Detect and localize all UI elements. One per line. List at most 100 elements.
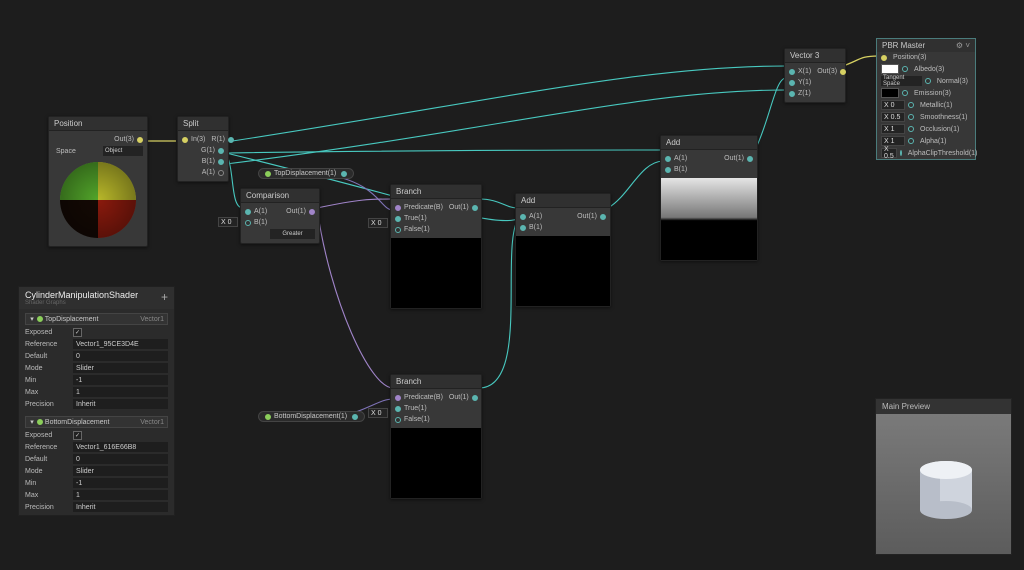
port-b[interactable] — [218, 159, 224, 165]
port-z[interactable] — [789, 91, 795, 97]
dropdown-precision[interactable]: Inherit — [73, 399, 168, 409]
value-alpha[interactable]: X 1 — [881, 136, 905, 146]
shader-path: Shader Graphs — [25, 300, 138, 306]
main-preview-panel[interactable]: Main Preview — [875, 398, 1012, 555]
port-alpha[interactable] — [908, 138, 914, 144]
node-preview — [516, 236, 610, 306]
port-b[interactable] — [665, 167, 671, 173]
dropdown-comparison-mode[interactable]: Greater — [270, 229, 315, 239]
port-position[interactable] — [881, 55, 887, 61]
port-predicate[interactable] — [395, 395, 401, 401]
checkbox-exposed[interactable]: ✓ — [73, 431, 82, 440]
pill-icon — [265, 171, 271, 177]
port-out[interactable] — [472, 395, 478, 401]
port-predicate[interactable] — [395, 205, 401, 211]
port-alphaclip[interactable] — [900, 150, 902, 156]
port-g[interactable] — [218, 148, 224, 154]
value-occlusion[interactable]: X 1 — [881, 124, 905, 134]
property-topdisplacement[interactable]: ▾ TopDisplacement Vector1 Exposed✓ Refer… — [19, 309, 174, 412]
field-max[interactable]: 1 — [73, 387, 168, 397]
port-r[interactable] — [228, 137, 234, 143]
node-split[interactable]: Split In(3) R(1) G(1) B(1) A(1) — [177, 116, 229, 182]
gear-icon[interactable]: ⚙ ˅ — [956, 41, 970, 50]
pill-icon — [37, 316, 43, 322]
checkbox-exposed[interactable]: ✓ — [73, 328, 82, 337]
node-preview — [391, 428, 481, 498]
port-true[interactable] — [395, 406, 401, 412]
port-normal[interactable] — [925, 78, 931, 84]
field-max[interactable]: 1 — [73, 490, 168, 500]
node-comparison[interactable]: Comparison A(1) Out(1) B(1) Greater — [240, 188, 320, 244]
port-a[interactable] — [520, 214, 526, 220]
add-property-button[interactable]: + — [161, 290, 168, 306]
node-title: Branch — [391, 375, 481, 389]
port-emission[interactable] — [902, 90, 908, 96]
dropdown-mode[interactable]: Slider — [73, 466, 168, 476]
swatch-emission[interactable] — [881, 88, 899, 98]
dropdown-normal-space[interactable]: Tangent Space — [881, 76, 922, 86]
port-b[interactable] — [520, 225, 526, 231]
chevron-down-icon[interactable]: ▾ — [29, 315, 35, 323]
node-title: PBR Master — [882, 41, 925, 50]
port-out[interactable] — [352, 414, 358, 420]
property-pill-bottomdisplacement[interactable]: BottomDisplacement(1) — [258, 411, 365, 422]
value-metallic[interactable]: X 0 — [881, 100, 905, 110]
port-out[interactable] — [341, 171, 347, 177]
node-branch-2[interactable]: Branch Predicate(B) Out(1) True(1) False… — [390, 374, 482, 499]
field-reference[interactable]: Vector1_616E66B8 — [73, 442, 168, 452]
port-smoothness[interactable] — [908, 114, 914, 120]
port-out[interactable] — [309, 209, 315, 215]
port-false[interactable] — [395, 417, 401, 423]
port-b[interactable] — [245, 220, 251, 226]
value-smoothness[interactable]: X 0.5 — [881, 112, 905, 122]
node-preview — [661, 178, 757, 260]
main-preview-title: Main Preview — [876, 399, 1011, 414]
node-title: Split — [178, 117, 228, 131]
port-a[interactable] — [665, 156, 671, 162]
property-bottomdisplacement[interactable]: ▾ BottomDisplacement Vector1 Exposed✓ Re… — [19, 412, 174, 515]
swatch-albedo[interactable] — [881, 64, 899, 74]
port-a[interactable] — [245, 209, 251, 215]
node-add-2[interactable]: Add A(1) Out(1) B(1) — [660, 135, 758, 261]
port-false[interactable] — [395, 227, 401, 233]
inline-value-x[interactable]: X 0 — [368, 218, 388, 228]
node-title: Add — [516, 194, 610, 208]
port-in[interactable] — [182, 137, 188, 143]
field-min[interactable]: -1 — [73, 478, 168, 488]
port-occlusion[interactable] — [908, 126, 914, 132]
node-vector3[interactable]: Vector 3 X(1) Out(3) Y(1) Z(1) — [784, 48, 846, 103]
dropdown-precision[interactable]: Inherit — [73, 502, 168, 512]
field-reference[interactable]: Vector1_95CE3D4E — [73, 339, 168, 349]
node-title: Position — [49, 117, 147, 131]
port-albedo[interactable] — [902, 66, 908, 72]
node-preview — [391, 238, 481, 308]
field-default[interactable]: 0 — [73, 351, 168, 361]
dropdown-space[interactable]: Object — [103, 146, 143, 156]
node-pbr-master[interactable]: PBR Master ⚙ ˅ Position(3) Albedo(3) Tan… — [876, 38, 976, 160]
value-alphaclip[interactable]: X 0.5 — [881, 148, 897, 158]
field-default[interactable]: 0 — [73, 454, 168, 464]
port-x[interactable] — [789, 69, 795, 75]
node-add-1[interactable]: Add A(1) Out(1) B(1) — [515, 193, 611, 307]
node-position[interactable]: Position Out(3) Space Object — [48, 116, 148, 247]
port-y[interactable] — [789, 80, 795, 86]
dropdown-mode[interactable]: Slider — [73, 363, 168, 373]
node-title: Branch — [391, 185, 481, 199]
port-out[interactable] — [472, 205, 478, 211]
blackboard-panel[interactable]: CylinderManipulationShader Shader Graphs… — [18, 286, 175, 516]
port-metallic[interactable] — [908, 102, 914, 108]
port-out[interactable] — [600, 214, 606, 220]
port-a[interactable] — [218, 170, 224, 176]
preview-colorwheel — [59, 161, 137, 239]
port-out[interactable] — [137, 137, 143, 143]
property-pill-topdisplacement[interactable]: TopDisplacement(1) — [258, 168, 354, 179]
inline-value-x[interactable]: X 0 — [368, 408, 388, 418]
inline-value-x[interactable]: X 0 — [218, 217, 238, 227]
pill-icon — [265, 414, 271, 420]
port-out[interactable] — [840, 69, 846, 75]
port-true[interactable] — [395, 216, 401, 222]
field-min[interactable]: -1 — [73, 375, 168, 385]
chevron-down-icon[interactable]: ▾ — [29, 418, 35, 426]
node-branch-1[interactable]: Branch Predicate(B) Out(1) True(1) False… — [390, 184, 482, 309]
port-out[interactable] — [747, 156, 753, 162]
